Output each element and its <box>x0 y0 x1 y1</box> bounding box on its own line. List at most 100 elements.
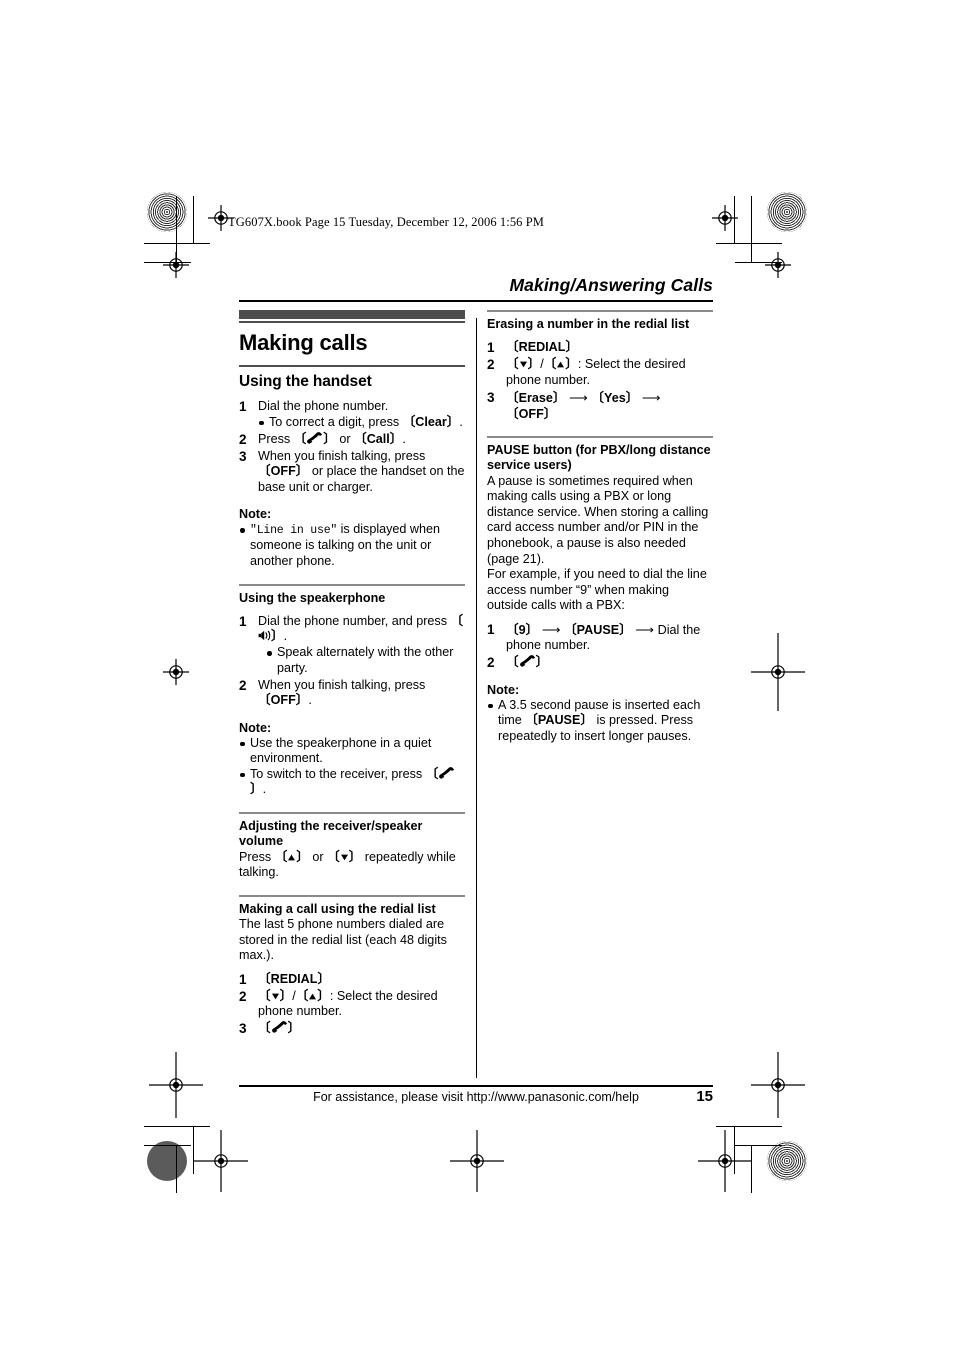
section-heading-using-the-handset: Using the handset <box>239 373 372 390</box>
step-item: 3 〔 〕 <box>239 1021 465 1037</box>
steps-erasing-redial: 1 〔REDIAL〕 2 〔〕/〔 〕: Select the desired p… <box>487 340 713 422</box>
handset-icon <box>306 431 323 444</box>
list-item: To correct a digit, press 〔Clear〕. <box>258 415 465 431</box>
footer-rule <box>239 1085 713 1087</box>
section-divider <box>487 436 713 439</box>
key-label-redial: 〔REDIAL〕 <box>258 971 331 986</box>
step-number: 1 <box>239 399 247 414</box>
chapter-title-bar-thin <box>239 321 465 323</box>
section-heading-redial-list: Making a call using the redial list <box>239 901 436 916</box>
key-bracket-close: 〕 <box>317 988 330 1003</box>
volume-down-icon <box>271 992 280 1001</box>
volume-up-icon <box>287 853 296 862</box>
key-label-9: 〔9〕 <box>506 622 539 637</box>
key-bracket-open: 〔 <box>425 766 439 781</box>
steps-pause-example: 1 〔9〕 ⟶ 〔PAUSE〕 ⟶ Dial the phone number.… <box>487 622 713 671</box>
step-item: 2 When you finish talking, press 〔OFF〕. <box>239 678 465 709</box>
bullet-text-pre: To correct a digit, press <box>269 414 403 429</box>
key-label-yes: 〔Yes〕 <box>591 391 639 405</box>
step-item: 2 〔〕/〔 〕: Select the desired phone number… <box>239 989 465 1020</box>
step-item: 3 When you finish talking, press 〔OFF〕 o… <box>239 449 465 496</box>
section-heading-adjusting-volume: Adjusting the receiver/speaker volume <box>239 818 423 849</box>
key-label-call: 〔Call〕 <box>354 431 403 446</box>
list-item: To switch to the receiver, press 〔〕. <box>239 767 465 798</box>
step-number: 3 <box>239 448 247 464</box>
step-item: 1 〔9〕 ⟶ 〔PAUSE〕 ⟶ Dial the phone number. <box>487 622 713 654</box>
section-heading-erasing-redial: Erasing a number in the redial list <box>487 317 690 331</box>
key-bracket-open: 〔 <box>450 613 464 628</box>
chapter-title-bar <box>239 310 465 319</box>
key-label-pause: 〔PAUSE〕 <box>525 713 593 728</box>
manual-page: TG607X.book Page 15 Tuesday, December 12… <box>0 0 954 1351</box>
note-label: Note: <box>239 720 272 735</box>
column-divider <box>476 318 477 1078</box>
running-head: Making/Answering Calls <box>509 275 713 295</box>
key-bracket-close: 〕 <box>535 655 549 670</box>
step-bullets: Speak alternately with the other party. <box>266 645 465 676</box>
step-item: 1 Dial the phone number. To correct a di… <box>239 399 465 430</box>
step-item: 1 〔REDIAL〕 <box>487 340 713 356</box>
handset-icon <box>271 1021 288 1034</box>
key-label-clear: 〔Clear〕 <box>402 414 460 429</box>
key-bracket-open: 〔 <box>258 988 271 1003</box>
key-bracket-close: 〕 <box>250 782 263 797</box>
key-label-erase: 〔Erase〕 <box>506 391 566 405</box>
section-divider <box>239 583 465 586</box>
step-text-mid: or <box>335 431 355 446</box>
key-bracket-open: 〔 <box>258 1021 271 1036</box>
step-text-pre: Dial the phone number, and press <box>258 613 451 628</box>
key-bracket-close: 〕 <box>279 988 293 1003</box>
step-text-pre: Press <box>258 431 294 446</box>
step-item: 2 Press 〔 〕 or 〔Call〕. <box>239 432 465 448</box>
left-column: Making calls Using the handset 1 Dial th… <box>239 310 465 1038</box>
key-bracket-close: 〕 <box>527 357 541 372</box>
key-bracket-open: 〔 <box>327 849 340 864</box>
notes-using-the-handset: "Line in use" is displayed when someone … <box>239 522 465 569</box>
section-divider <box>487 310 713 312</box>
note-label: Note: <box>239 507 272 522</box>
volume-down-icon <box>519 360 528 369</box>
step-item: 2 〔 〕 <box>487 655 713 671</box>
page-title: Making calls <box>239 329 368 355</box>
step-item: 2 〔〕/〔 〕: Select the desired phone number… <box>487 357 713 388</box>
step-number: 3 <box>239 1021 247 1037</box>
step-number: 2 <box>239 431 247 447</box>
handset-icon <box>438 766 455 779</box>
key-bracket-open: 〔 <box>293 431 307 446</box>
page-number: 15 <box>696 1088 713 1105</box>
step-number: 3 <box>487 390 495 405</box>
pause-body-1: A pause is sometimes required when makin… <box>487 473 709 566</box>
pause-body-2: For example, if you need to dial the lin… <box>487 567 707 613</box>
key-label-redial: 〔REDIAL〕 <box>506 340 579 355</box>
list-item: Use the speakerphone in a quiet environm… <box>239 736 465 767</box>
body-text-pre: Press <box>239 849 275 864</box>
section-divider <box>239 894 465 897</box>
section-heading-using-the-speakerphone: Using the speakerphone <box>239 590 386 605</box>
volume-up-icon <box>308 992 317 1001</box>
note-text-post: . <box>262 782 267 797</box>
note-label: Note: <box>487 682 520 697</box>
arrow-right-icon: ⟶ <box>565 390 592 405</box>
section-heading-pause-button: PAUSE button (for PBX/long distance serv… <box>487 443 711 473</box>
list-item: A 3.5 second pause is inserted each time… <box>487 698 713 745</box>
key-bracket-close: 〕 <box>348 849 362 864</box>
step-text-post: . <box>283 629 288 644</box>
step-number: 1 <box>239 971 247 987</box>
key-bracket-open: 〔 <box>506 655 519 670</box>
step-number: 2 <box>239 988 247 1004</box>
step-text-post: . <box>308 693 312 708</box>
volume-up-icon <box>556 360 565 369</box>
step-item: 1 〔REDIAL〕 <box>239 972 465 988</box>
header-rule <box>239 300 713 302</box>
redial-list-body: The last 5 phone numbers dialed are stor… <box>239 917 447 963</box>
key-bracket-open: 〔 <box>295 988 309 1003</box>
key-bracket-close: 〕 <box>271 629 284 644</box>
step-item: 1 Dial the phone number, and press 〔〕. S… <box>239 614 465 676</box>
arrow-right-icon: ⟶ <box>631 621 658 637</box>
body-text-mid: or <box>308 849 328 864</box>
step-text-pre: When you finish talking, press <box>258 677 426 692</box>
key-bracket-close: 〕 <box>565 357 578 372</box>
key-bracket-open: 〔 <box>543 357 557 372</box>
key-label-pause: 〔PAUSE〕 <box>564 622 632 637</box>
bullet-text-post: . <box>459 414 463 429</box>
